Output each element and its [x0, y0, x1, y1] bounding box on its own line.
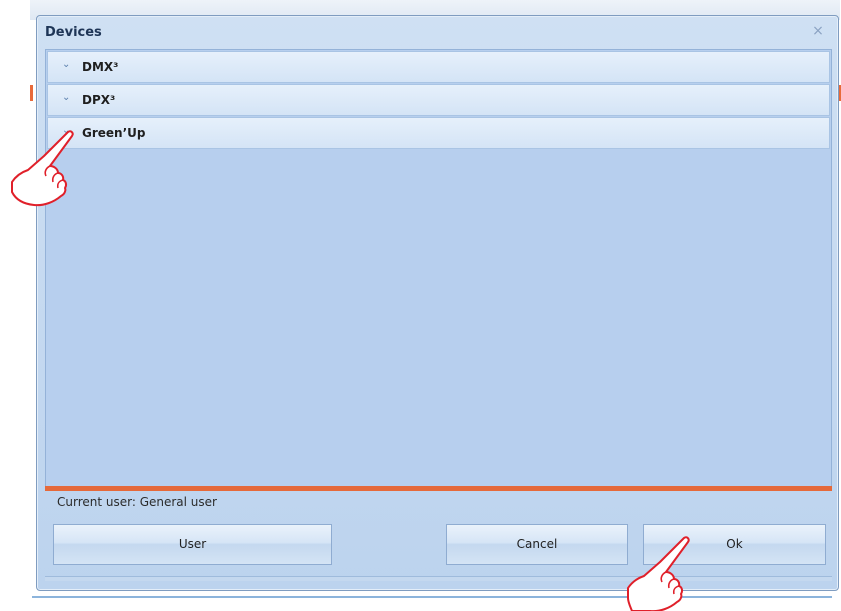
chevron-down-icon: ⌄ [62, 92, 71, 103]
close-icon[interactable]: × [810, 23, 826, 39]
background-accent-left [30, 85, 33, 101]
group-row-greenup[interactable]: ⌄ Green’Up [47, 117, 830, 149]
group-label: Green’Up [82, 126, 146, 140]
cancel-button[interactable]: Cancel [446, 524, 628, 565]
dialog-footer-line [45, 576, 832, 581]
group-label: DPX³ [82, 93, 116, 107]
background-border [32, 596, 832, 598]
screen: Devices × ⌄ DMX³ ⌄ DPX³ ⌄ Green’Up Curre… [0, 0, 841, 611]
chevron-down-icon: ⌄ [62, 125, 71, 136]
user-button[interactable]: User [53, 524, 332, 565]
title-bar: Devices × [37, 16, 838, 49]
group-label: DMX³ [82, 60, 119, 74]
chevron-down-icon: ⌄ [62, 59, 71, 70]
dialog-title: Devices [45, 25, 102, 40]
devices-pane: ⌄ DMX³ ⌄ DPX³ ⌄ Green’Up [45, 49, 832, 487]
group-row-dmx3[interactable]: ⌄ DMX³ [47, 51, 830, 83]
devices-dialog: Devices × ⌄ DMX³ ⌄ DPX³ ⌄ Green’Up Curre… [36, 15, 839, 591]
separator-bar [45, 486, 832, 491]
current-user-status: Current user: General user [57, 495, 217, 509]
group-row-dpx3[interactable]: ⌄ DPX³ [47, 84, 830, 116]
ok-button[interactable]: Ok [643, 524, 826, 565]
